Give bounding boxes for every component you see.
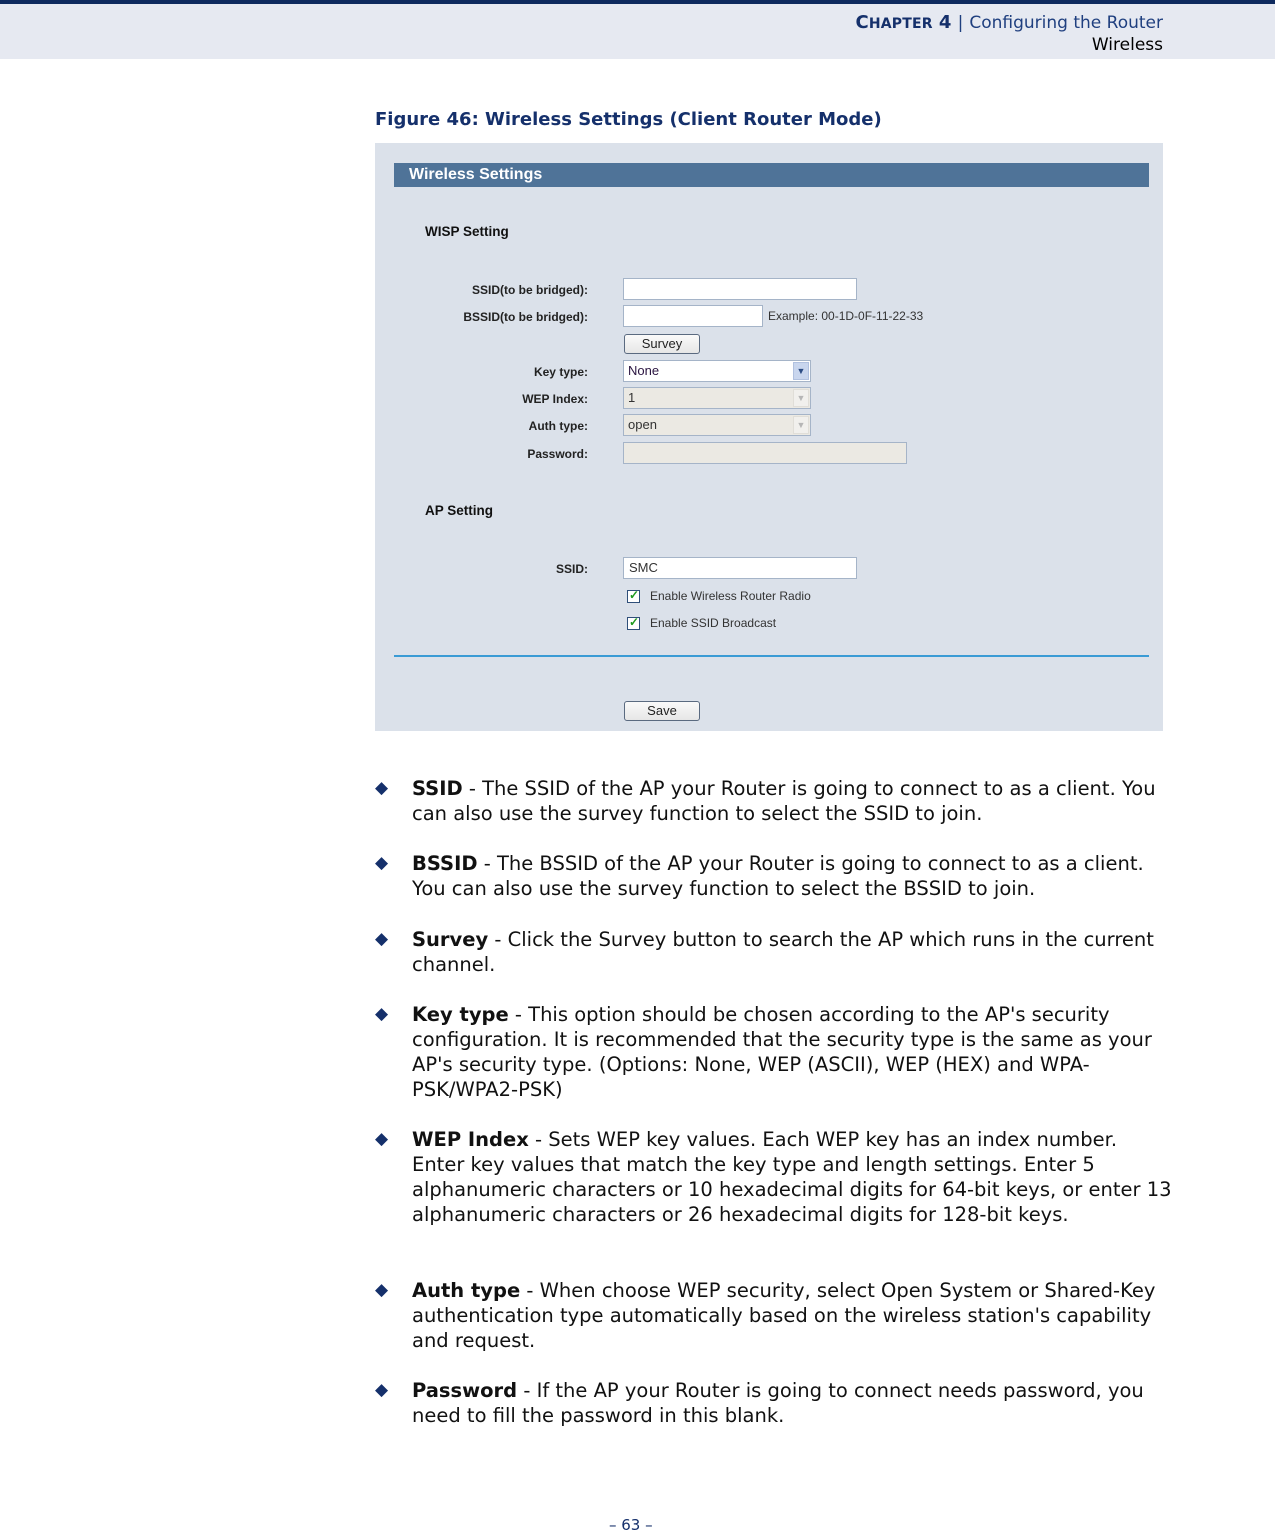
bssid-bridged-label: BSSID(to be bridged): xyxy=(463,310,588,324)
bullet-term: SSID xyxy=(412,777,463,800)
bullet-term: Auth type xyxy=(412,1279,521,1302)
auth-type-label: Auth type: xyxy=(528,419,588,433)
figure-caption: Figure 46: Wireless Settings (Client Rou… xyxy=(375,109,882,130)
save-button[interactable]: Save xyxy=(624,701,700,721)
bullet-term: WEP Index xyxy=(412,1128,529,1151)
bullet-text: - Click the Survey button to search the … xyxy=(412,928,1154,976)
auth-type-select[interactable]: open ▼ xyxy=(623,414,811,436)
diamond-bullet-icon: ◆ xyxy=(375,1380,389,1400)
running-header: CHAPTER 4 | Configuring the Router Wireles… xyxy=(0,4,1275,59)
bullet-term: Password xyxy=(412,1379,518,1402)
bullet-text: - This option should be chosen according… xyxy=(412,1003,1152,1101)
bullet-text: - The BSSID of the AP your Router is goi… xyxy=(412,852,1144,900)
survey-button[interactable]: Survey xyxy=(624,334,700,354)
ssid-bridged-label: SSID(to be bridged): xyxy=(472,283,588,297)
diamond-bullet-icon: ◆ xyxy=(375,778,389,798)
key-type-label: Key type: xyxy=(533,365,588,379)
bullet-term: BSSID xyxy=(412,852,478,875)
enable-radio-label: Enable Wireless Router Radio xyxy=(650,589,811,603)
auth-type-value: open xyxy=(628,417,657,432)
wep-index-select[interactable]: 1 ▼ xyxy=(623,387,811,409)
wireless-settings-screenshot: Wireless Settings WISP Setting SSID(to b… xyxy=(375,143,1163,731)
diamond-bullet-icon: ◆ xyxy=(375,929,389,949)
key-type-value: None xyxy=(628,363,660,378)
ssid-bridged-input[interactable] xyxy=(623,278,857,300)
diamond-bullet-icon: ◆ xyxy=(375,1004,389,1024)
chapter-word: HAPTER xyxy=(868,16,933,32)
chapter-initial: C xyxy=(855,12,869,33)
chapter-heading: CHAPTER 4 | Configuring the Router xyxy=(855,12,1163,33)
bullet-term: Key type xyxy=(412,1003,509,1026)
ssid-label: SSID: xyxy=(555,562,588,576)
bullet-term: Survey xyxy=(412,928,489,951)
chapter-title: Configuring the Router xyxy=(969,13,1163,33)
chapter-label: CHAPTER 4 xyxy=(855,12,952,33)
section-name: Wireless xyxy=(1091,35,1163,55)
diamond-bullet-icon: ◆ xyxy=(375,853,389,873)
enable-radio-row: Enable Wireless Router Radio xyxy=(627,588,811,604)
header-separator: | xyxy=(957,13,964,33)
bullet-text: - The SSID of the AP your Router is goin… xyxy=(412,777,1156,825)
enable-broadcast-label: Enable SSID Broadcast xyxy=(650,616,777,630)
wep-index-label: WEP Index: xyxy=(522,392,588,406)
wisp-setting-heading: WISP Setting xyxy=(425,224,509,239)
page-number: – 63 – xyxy=(609,1516,653,1532)
ap-setting-heading: AP Setting xyxy=(425,503,494,518)
chevron-down-icon[interactable]: ▼ xyxy=(793,362,809,380)
ssid-input[interactable]: SMC xyxy=(623,557,857,579)
bssid-example-hint: Example: 00-1D-0F-11-22-33 xyxy=(768,309,924,323)
chapter-number: 4 xyxy=(938,12,952,33)
enable-radio-checkbox[interactable] xyxy=(627,588,640,603)
chevron-down-icon[interactable]: ▼ xyxy=(793,416,809,434)
diamond-bullet-icon: ◆ xyxy=(375,1129,389,1149)
bullet-text: - When choose WEP security, select Open … xyxy=(412,1279,1156,1352)
section-divider xyxy=(394,655,1149,657)
bullet-text: - If the AP your Router is going to conn… xyxy=(412,1379,1144,1427)
enable-broadcast-row: Enable SSID Broadcast xyxy=(627,615,776,631)
diamond-bullet-icon: ◆ xyxy=(375,1280,389,1300)
password-label: Password: xyxy=(527,447,588,461)
key-type-select[interactable]: None ▼ xyxy=(623,360,811,382)
password-input[interactable] xyxy=(623,442,907,464)
bssid-bridged-input[interactable] xyxy=(623,305,763,327)
enable-broadcast-checkbox[interactable] xyxy=(627,615,640,630)
wep-index-value: 1 xyxy=(628,390,636,405)
panel-title: Wireless Settings xyxy=(394,163,1149,187)
chevron-down-icon[interactable]: ▼ xyxy=(793,389,809,407)
